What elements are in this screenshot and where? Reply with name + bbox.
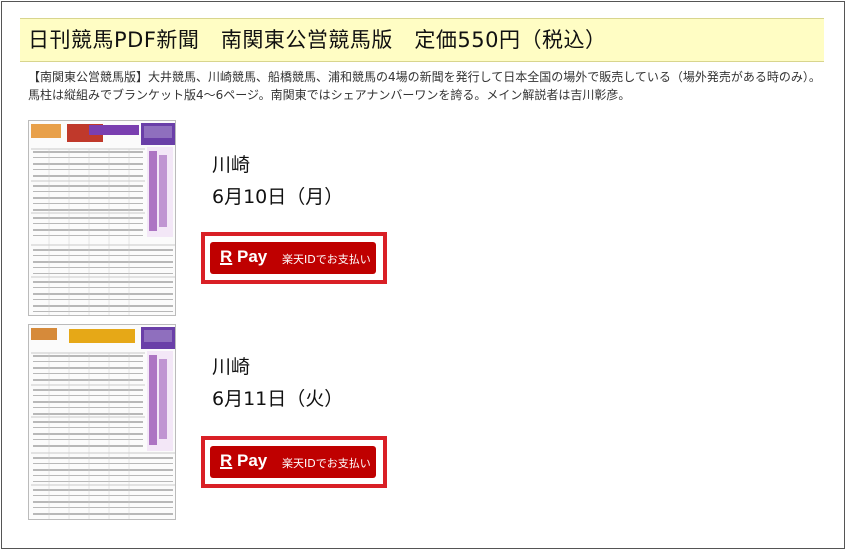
race-date: 6月10日（月） bbox=[212, 186, 344, 208]
race-date: 6月11日（火） bbox=[212, 388, 344, 410]
pay-button-label: 楽天IDでお支払い bbox=[282, 457, 371, 470]
venue-name: 川崎 bbox=[212, 356, 251, 378]
page-frame: 日刊競馬PDF新聞 南関東公営競馬版 定価550円（税込） 【南関東公営競馬版】… bbox=[1, 1, 845, 549]
rakuten-pay-logo: R Pay bbox=[220, 247, 268, 266]
pay-button-label: 楽天IDでお支払い bbox=[282, 253, 371, 266]
venue-name: 川崎 bbox=[212, 154, 251, 176]
title-bar: 日刊競馬PDF新聞 南関東公営競馬版 定価550円（税込） bbox=[20, 18, 824, 62]
page-title: 日刊競馬PDF新聞 南関東公営競馬版 定価550円（税込） bbox=[28, 28, 607, 52]
rakuten-pay-logo: R Pay bbox=[220, 451, 268, 470]
newspaper-thumbnail[interactable] bbox=[28, 324, 176, 520]
rakuten-pay-button-body[interactable]: R Pay 楽天IDでお支払い bbox=[210, 446, 376, 478]
rakuten-pay-button-body[interactable]: R Pay 楽天IDでお支払い bbox=[210, 242, 376, 274]
newspaper-image bbox=[29, 121, 175, 315]
rakuten-pay-button[interactable]: R Pay 楽天IDでお支払い bbox=[201, 436, 387, 488]
newspaper-image bbox=[29, 325, 175, 519]
newspaper-thumbnail[interactable] bbox=[28, 120, 176, 316]
description: 【南関東公営競馬版】大井競馬、川崎競馬、船橋競馬、浦和競馬の4場の新聞を発行して… bbox=[28, 70, 821, 102]
rakuten-pay-button[interactable]: R Pay 楽天IDでお支払い bbox=[201, 232, 387, 284]
